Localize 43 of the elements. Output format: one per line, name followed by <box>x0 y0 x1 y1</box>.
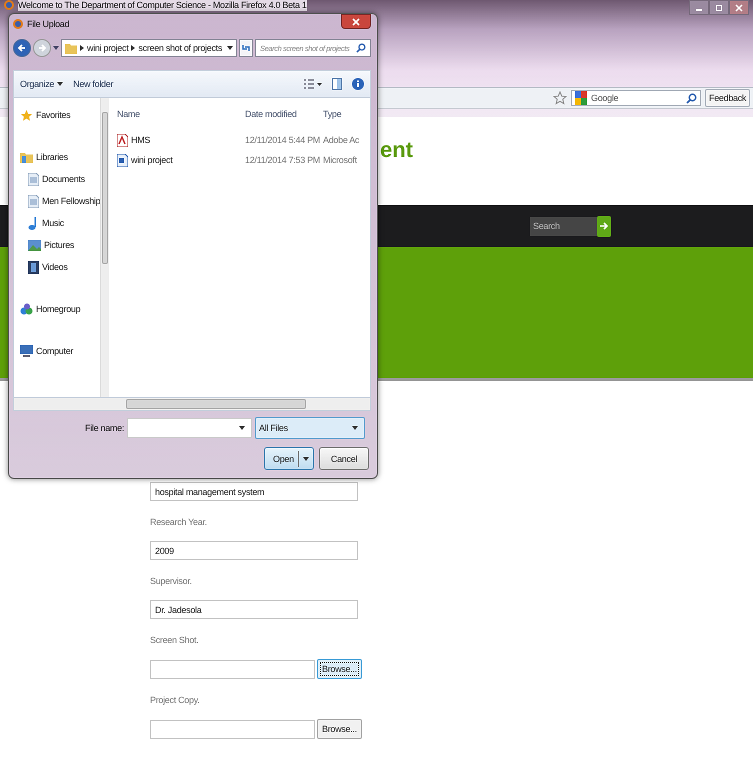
cancel-button[interactable]: Cancel <box>319 447 369 470</box>
column-header[interactable]: Date modified <box>245 109 323 119</box>
field-label: Research Year. <box>150 517 208 527</box>
file-type-dropdown[interactable]: All Files <box>255 417 366 439</box>
input-field[interactable]: hospital management system <box>150 482 358 501</box>
feedback-button[interactable]: Feedback <box>705 89 750 107</box>
browse-button[interactable]: Browse... <box>317 659 362 679</box>
navigation-item[interactable]: Homegroup <box>20 298 100 320</box>
navigation-item[interactable]: Men Fellowship <box>20 190 100 212</box>
breadcrumb-item[interactable]: wini project <box>87 43 128 53</box>
open-button[interactable]: Open <box>264 447 314 470</box>
date-cell-text: 12/11/2014 7:53 PM <box>245 155 321 165</box>
input-field[interactable]: 2009 <box>150 541 358 560</box>
navigation-item[interactable]: Documents <box>20 168 100 190</box>
column-header[interactable]: Type <box>323 109 369 119</box>
address-bar[interactable]: wini project screen shot of projects <box>61 39 237 57</box>
input-field[interactable]: Dr. Jadesola <box>150 600 358 619</box>
field-label: Screen Shot. <box>150 635 200 645</box>
type-cell-text: Microsoft <box>323 155 358 165</box>
column-header[interactable]: Name <box>117 109 245 119</box>
navigation-item[interactable]: Music <box>20 212 100 234</box>
field-label: Supervisor. <box>150 576 193 586</box>
field-label: File name: <box>85 423 124 433</box>
file-item[interactable]: wini project <box>117 154 245 166</box>
dialog-title: File Upload <box>27 19 70 29</box>
navigation-item[interactable]: Libraries <box>20 146 100 168</box>
date-cell-text: 12/11/2014 5:44 PM <box>245 135 321 145</box>
search-engine-name: Google <box>591 93 618 103</box>
toolbar-button[interactable]: New folder <box>73 79 114 89</box>
window-title: Welcome to The Department of Computer Science - Mozilla Firefox 4.0 Beta 1 <box>18 0 307 11</box>
file-item[interactable]: HMS <box>117 134 245 146</box>
toolbar-button[interactable]: Organize <box>20 79 64 89</box>
navigation-item[interactable]: Computer <box>20 340 100 362</box>
navigation-item[interactable]: Favorites <box>20 104 100 126</box>
navigation-item[interactable]: Pictures <box>20 234 100 256</box>
field-label: Project Copy. <box>150 695 200 705</box>
page-heading: ent <box>380 137 413 162</box>
navigation-item[interactable]: Videos <box>20 256 100 278</box>
breadcrumb-item[interactable]: screen shot of projects <box>138 43 222 53</box>
type-cell-text: Adobe Ac <box>323 135 360 145</box>
search-field[interactable]: Google <box>571 90 701 106</box>
browse-button[interactable]: Browse... <box>317 719 362 739</box>
search-field[interactable]: Search <box>530 216 597 236</box>
